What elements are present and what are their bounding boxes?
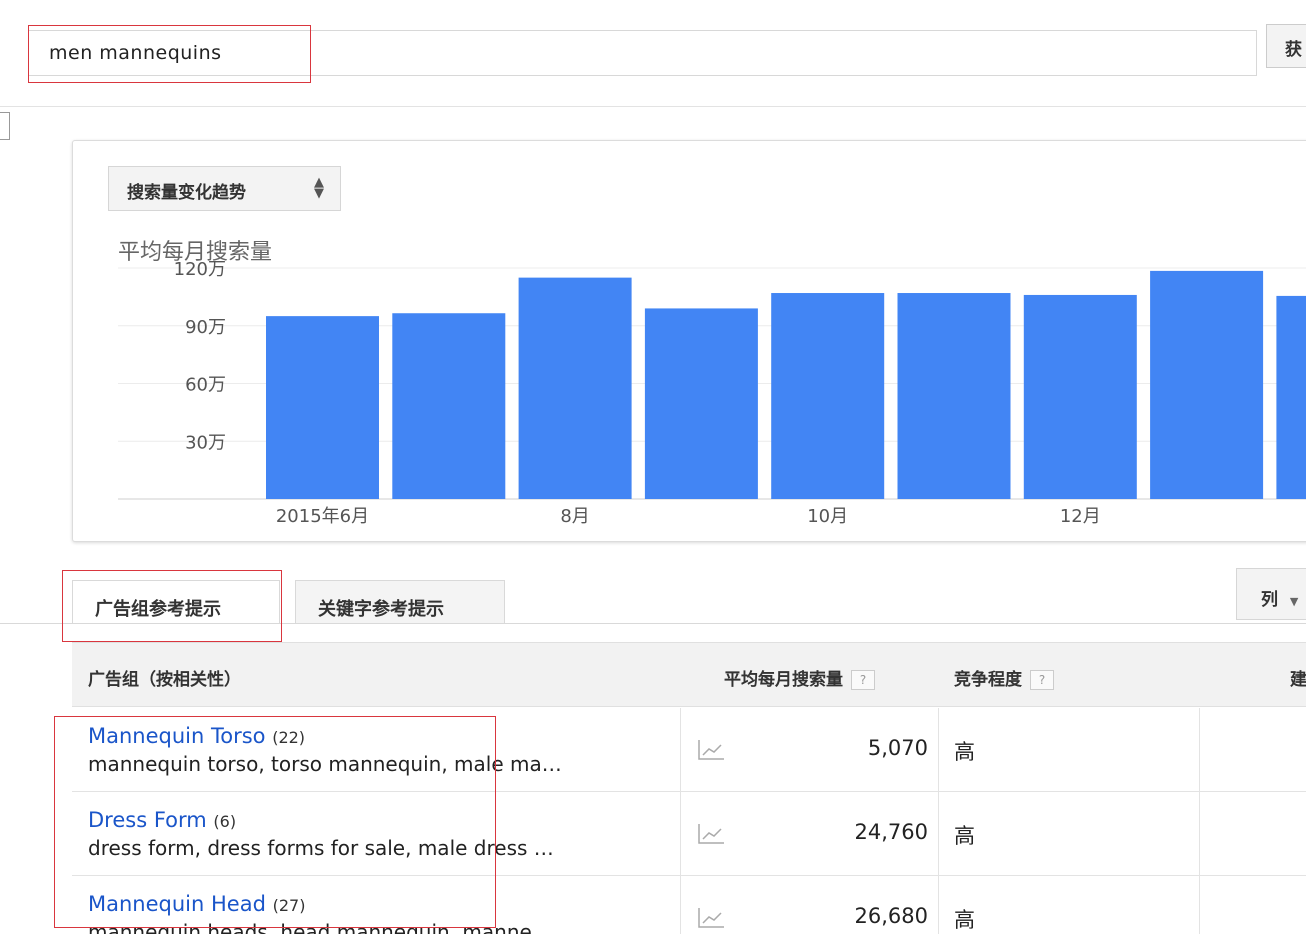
tab-label: 广告组参考提示: [95, 599, 221, 620]
columns-label: 列: [1261, 590, 1278, 610]
y-tick-label: 60万: [185, 375, 226, 396]
trend-chart-icon[interactable]: [696, 822, 726, 846]
competition-level: 高: [954, 740, 975, 764]
cell-divider: [680, 792, 681, 875]
trend-chart-icon[interactable]: [696, 738, 726, 762]
search-volume-chart: 30万 60万 90万 120万 2015年6月 8月 10月 12月: [118, 259, 1306, 527]
ad-group-keywords: dress form, dress forms for sale, male d…: [88, 836, 554, 860]
avg-monthly-volume: 26,680: [854, 904, 928, 928]
cell-divider: [1199, 792, 1200, 875]
competition-level: 高: [954, 824, 975, 848]
header-suggested-bid[interactable]: 建: [1290, 665, 1306, 690]
bar[interactable]: [897, 293, 1011, 499]
help-icon[interactable]: ?: [851, 670, 875, 690]
avg-monthly-volume: 5,070: [867, 736, 928, 760]
keyword-count: (27): [272, 896, 306, 915]
columns-button[interactable]: 列 ▼: [1236, 568, 1306, 620]
tab-ad-group-ideas[interactable]: 广告组参考提示: [72, 580, 280, 624]
bar[interactable]: [1276, 295, 1306, 499]
help-icon[interactable]: ?: [1030, 670, 1054, 690]
table-row: Mannequin Head (27) mannequin heads, hea…: [72, 876, 1306, 934]
ad-group-name: Mannequin Head: [88, 892, 266, 916]
ad-group-keywords: mannequin heads, head mannequin, manne…: [88, 920, 552, 934]
trend-chart-icon[interactable]: [696, 906, 726, 930]
bar[interactable]: [518, 277, 632, 499]
cell-divider: [938, 876, 939, 934]
bar[interactable]: [266, 316, 379, 499]
cell-divider: [1199, 876, 1200, 934]
bar[interactable]: [392, 313, 506, 499]
avg-monthly-volume: 24,760: [854, 820, 928, 844]
x-tick-label: 10月: [807, 506, 848, 527]
x-tick-label: 12月: [1060, 506, 1101, 527]
header-avg-volume-label: 平均每月搜索量: [724, 670, 843, 690]
ad-group-link[interactable]: Mannequin Torso (22): [88, 724, 305, 748]
bar[interactable]: [644, 308, 758, 499]
cell-divider: [680, 876, 681, 934]
ad-group-keywords: mannequin torso, torso mannequin, male m…: [88, 752, 562, 776]
table-header: 广告组（按相关性） 平均每月搜索量? 竞争程度? 建: [72, 642, 1306, 707]
header-ad-group[interactable]: 广告组（按相关性）: [88, 665, 241, 690]
competition-level: 高: [954, 908, 975, 932]
chevron-down-icon: ▼: [1289, 595, 1299, 608]
cell-divider: [938, 792, 939, 875]
tab-keyword-ideas[interactable]: 关键字参考提示: [295, 580, 505, 624]
tabs-underline: [0, 623, 1306, 624]
ad-group-name: Mannequin Torso: [88, 724, 266, 748]
keyword-count: (22): [272, 728, 306, 747]
x-tick-label: 8月: [560, 506, 589, 527]
ad-group-link[interactable]: Dress Form (6): [88, 808, 236, 832]
ad-group-link[interactable]: Mannequin Head (27): [88, 892, 305, 916]
tab-label: 关键字参考提示: [318, 599, 444, 620]
y-tick-label: 90万: [185, 317, 226, 338]
cell-divider: [680, 708, 681, 791]
table-row: Mannequin Torso (22) mannequin torso, to…: [72, 708, 1306, 792]
bar[interactable]: [1023, 294, 1137, 499]
keyword-planner-page: 获 搜索量变化趋势 ▲▼ 平均每月搜索量 30万60万90万120万2015年6…: [0, 0, 1306, 934]
header-competition[interactable]: 竞争程度?: [954, 665, 1054, 690]
keyword-count: (6): [213, 812, 237, 831]
x-tick-label: 2015年6月: [276, 506, 369, 527]
cell-divider: [938, 708, 939, 791]
header-competition-label: 竞争程度: [954, 670, 1022, 690]
table-row: Dress Form (6) dress form, dress forms f…: [72, 792, 1306, 876]
bar[interactable]: [1150, 270, 1264, 499]
header-avg-volume[interactable]: 平均每月搜索量?: [724, 665, 875, 690]
ad-group-name: Dress Form: [88, 808, 207, 832]
y-tick-label: 120万: [174, 259, 226, 280]
bar[interactable]: [771, 293, 885, 499]
cell-divider: [1199, 708, 1200, 791]
y-tick-label: 30万: [185, 432, 226, 453]
